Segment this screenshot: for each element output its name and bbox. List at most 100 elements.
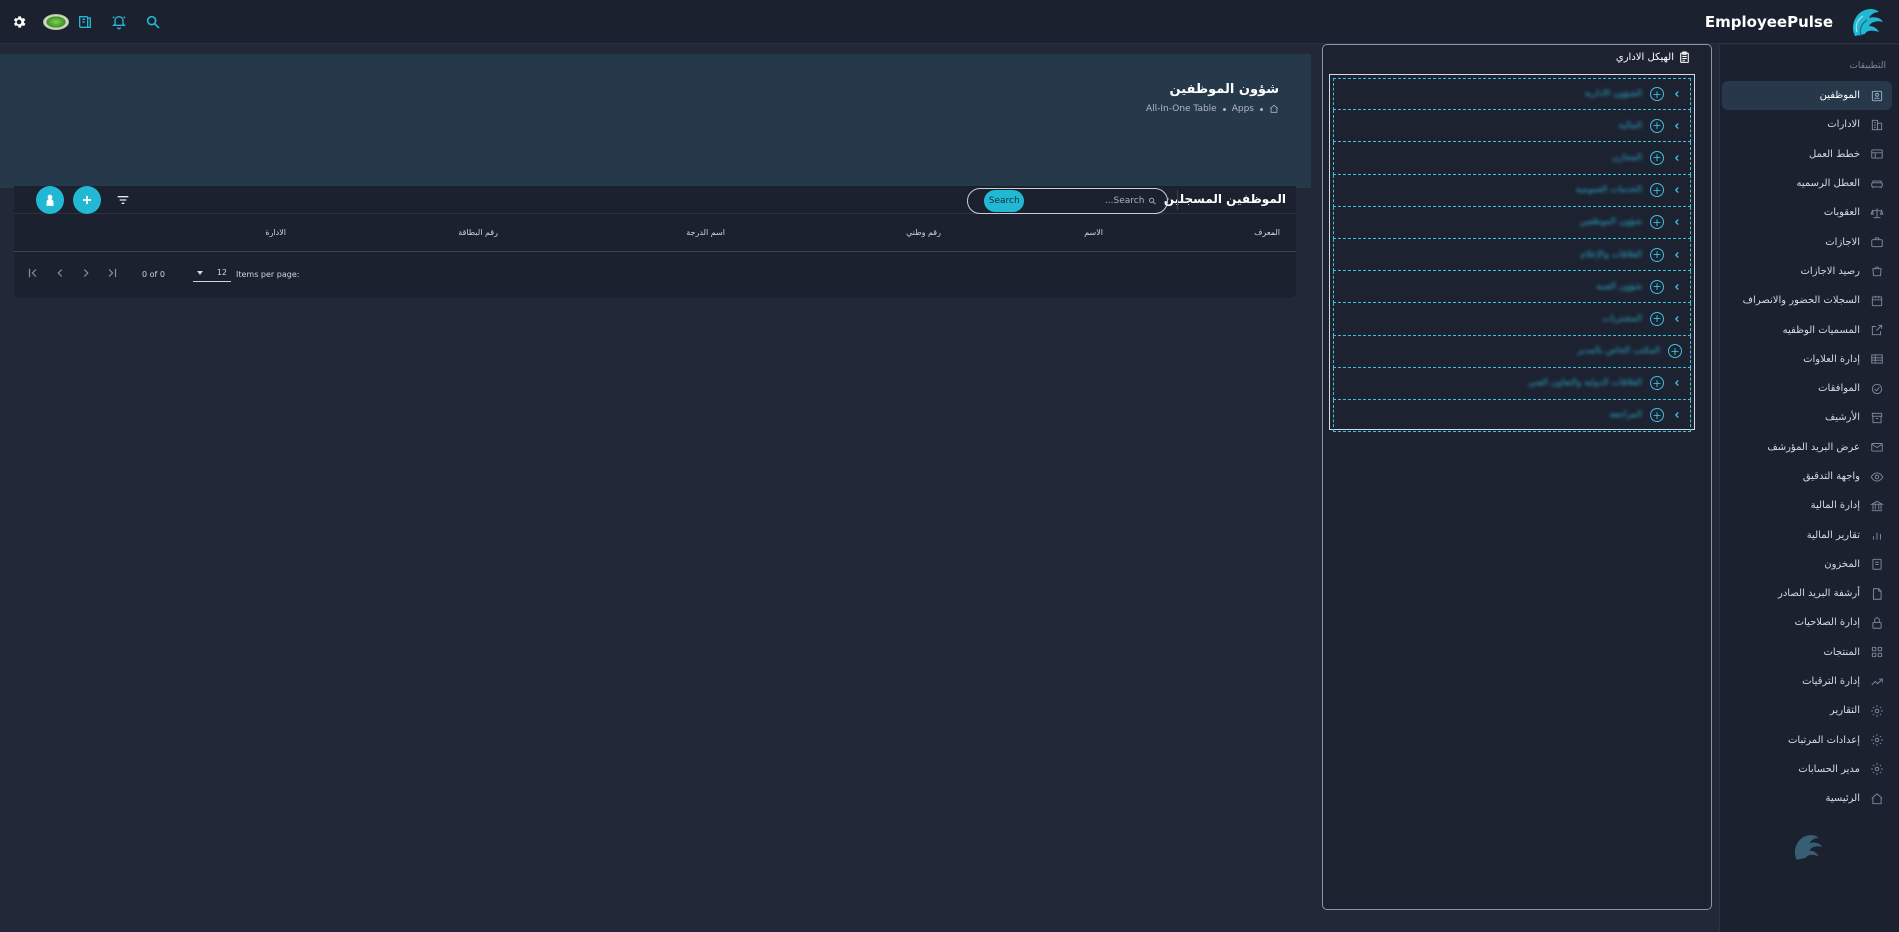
sidebar-item-5[interactable]: العقوبات bbox=[1722, 198, 1892, 227]
sidebar-item-label: الادارات bbox=[1827, 119, 1860, 131]
sidebar-item-8[interactable]: السجلات الحضور والانصراف bbox=[1722, 286, 1892, 315]
sidebar-item-18[interactable]: أرشفة البريد الصادر bbox=[1722, 579, 1892, 608]
search-button[interactable]: Search bbox=[984, 190, 1025, 212]
sidebar-item-19[interactable]: إدارة الصلاحيات bbox=[1722, 608, 1892, 637]
trend-icon bbox=[1871, 678, 1883, 685]
column-header-grade-name[interactable]: اسم الدرجة bbox=[686, 228, 725, 237]
breadcrumb-apps[interactable]: Apps bbox=[1232, 104, 1254, 114]
sidebar-item-14[interactable]: واجهة التدقيق bbox=[1722, 462, 1892, 491]
chevron-icon[interactable] bbox=[1672, 89, 1682, 99]
org-node-label: المكتب الخاص بالمدير bbox=[1577, 346, 1660, 357]
org-node-label: العلاقات الدولية والتعاون الفني bbox=[1527, 378, 1642, 389]
chevron-icon[interactable] bbox=[1672, 410, 1682, 420]
page-size-select[interactable]: 12 bbox=[193, 264, 231, 282]
gear-icon[interactable] bbox=[8, 11, 30, 33]
sidebar-item-17[interactable]: المخزون bbox=[1722, 550, 1892, 579]
chevron-icon[interactable] bbox=[1672, 217, 1682, 227]
sidebar-item-20[interactable]: المنتجات bbox=[1722, 638, 1892, 667]
breadcrumb-all-in-one-table[interactable]: All-In-One Table bbox=[1146, 104, 1217, 114]
sidebar-item-label: السجلات الحضور والانصراف bbox=[1742, 295, 1860, 307]
sidebar-item-25[interactable]: الرئيسية bbox=[1722, 784, 1892, 813]
add-node-icon[interactable]: + bbox=[1650, 183, 1664, 198]
add-node-icon[interactable]: + bbox=[1650, 247, 1664, 262]
org-tree-node[interactable]: + المشتريات bbox=[1333, 303, 1691, 336]
mail-icon bbox=[1871, 443, 1883, 452]
brand[interactable]: EmployeePulse bbox=[1705, 2, 1885, 42]
chevron-icon[interactable] bbox=[1672, 121, 1682, 131]
sidebar-item-12[interactable]: الأرشيف bbox=[1722, 403, 1892, 432]
org-tree-node[interactable]: + الشؤون الادارية bbox=[1333, 78, 1691, 111]
chevron-icon[interactable] bbox=[1672, 282, 1682, 292]
org-tree-node[interactable]: + شؤون الموظفين bbox=[1333, 206, 1691, 239]
language-flag-icon[interactable] bbox=[42, 11, 70, 33]
gear-outline-icon bbox=[1871, 763, 1883, 776]
add-node-icon[interactable]: + bbox=[1650, 87, 1664, 102]
home-icon[interactable] bbox=[1269, 104, 1279, 114]
user-profile-button[interactable] bbox=[36, 186, 64, 214]
add-node-icon[interactable]: + bbox=[1650, 118, 1664, 133]
sidebar-item-21[interactable]: إدارة الترقيات bbox=[1722, 667, 1892, 696]
chevron-icon[interactable] bbox=[1672, 314, 1682, 324]
add-node-icon[interactable]: + bbox=[1650, 311, 1664, 326]
sidebar-item-24[interactable]: مدير الحسابات bbox=[1722, 755, 1892, 784]
sidebar-item-13[interactable]: عرض البريد المؤرشف bbox=[1722, 433, 1892, 462]
org-node-label: الشؤون الادارية bbox=[1584, 89, 1642, 100]
add-node-icon[interactable]: + bbox=[1650, 376, 1664, 391]
column-header-department[interactable]: الادارة bbox=[265, 228, 286, 237]
org-tree-node[interactable]: + العلاقات الدولية والتعاون الفني bbox=[1333, 367, 1691, 400]
add-node-icon[interactable]: + bbox=[1650, 150, 1664, 165]
sidebar-item-22[interactable]: التقارير bbox=[1722, 696, 1892, 725]
add-node-icon[interactable]: + bbox=[1650, 215, 1664, 230]
next-page-icon[interactable] bbox=[79, 266, 93, 280]
org-tree-node[interactable]: + المكتب الخاص بالمدير bbox=[1333, 335, 1691, 368]
employees-table-card: الموظفين المسجلين Search المعرف الاسم رق… bbox=[14, 186, 1296, 298]
org-tree-node[interactable]: + شؤون الفنية bbox=[1333, 271, 1691, 304]
column-header-name[interactable]: الاسم bbox=[1084, 228, 1103, 237]
sidebar-item-label: رصيد الاجازات bbox=[1800, 265, 1861, 277]
org-node-label: المراجعة bbox=[1609, 410, 1642, 421]
sidebar-item-label: المسميات الوظفيه bbox=[1782, 324, 1860, 336]
sidebar-item-7[interactable]: رصيد الاجازات bbox=[1722, 257, 1892, 286]
column-header-national-id[interactable]: رقم وطني bbox=[906, 228, 941, 237]
previous-page-icon[interactable] bbox=[53, 266, 67, 280]
sidebar-item-11[interactable]: الموافقات bbox=[1722, 374, 1892, 403]
add-node-icon[interactable]: + bbox=[1650, 408, 1664, 423]
sidebar-item-6[interactable]: الاجازات bbox=[1722, 227, 1892, 256]
sidebar-item-10[interactable]: إدارة العلاوات bbox=[1722, 345, 1892, 374]
clipboard-icon bbox=[1872, 559, 1882, 571]
chevron-icon[interactable] bbox=[1672, 378, 1682, 388]
sidebar-item-3[interactable]: خطط العمل bbox=[1722, 140, 1892, 169]
org-node-label: الخدمات العمومية bbox=[1575, 185, 1642, 196]
org-tree-node[interactable]: + المراجعة bbox=[1333, 399, 1691, 433]
add-node-icon[interactable]: + bbox=[1668, 344, 1682, 359]
sidebar-item-4[interactable]: العطل الرسميه bbox=[1722, 169, 1892, 198]
sidebar-item-1[interactable]: الموظفين bbox=[1722, 81, 1892, 111]
first-page-icon[interactable] bbox=[26, 266, 40, 280]
chevron-icon[interactable] bbox=[1672, 250, 1682, 260]
brand-name: EmployeePulse bbox=[1704, 13, 1833, 31]
org-tree-node[interactable]: + الخدمات العمومية bbox=[1333, 174, 1691, 207]
column-header-card-number[interactable]: رقم البطاقة bbox=[458, 228, 498, 237]
sidebar-item-2[interactable]: الادارات bbox=[1722, 110, 1892, 139]
chevron-icon[interactable] bbox=[1672, 153, 1682, 163]
add-node-icon[interactable]: + bbox=[1650, 279, 1664, 294]
sidebar-item-15[interactable]: إدارة المالية bbox=[1722, 491, 1892, 520]
last-page-icon[interactable] bbox=[105, 266, 119, 280]
chevron-icon[interactable] bbox=[1672, 185, 1682, 195]
sidebar-item-16[interactable]: تقارير المالية bbox=[1722, 520, 1892, 549]
gear-outline-icon bbox=[1871, 734, 1883, 747]
table-toolbar: الموظفين المسجلين Search bbox=[14, 186, 1296, 214]
search-input[interactable] bbox=[1024, 196, 1149, 206]
search-icon[interactable] bbox=[142, 11, 164, 33]
sidebar-item-23[interactable]: إعدادات المرتبات bbox=[1722, 726, 1892, 755]
paginator: 0 of 0 12 Items per page: bbox=[14, 252, 1296, 296]
org-tree-node[interactable]: + العلاقات والإعلام bbox=[1333, 238, 1691, 272]
column-header-id[interactable]: المعرف bbox=[1254, 228, 1280, 237]
org-tree-node[interactable]: + المالية bbox=[1333, 110, 1691, 143]
book-icon[interactable] bbox=[74, 11, 96, 33]
sidebar-item-9[interactable]: المسميات الوظفيه bbox=[1722, 315, 1892, 344]
filter-icon[interactable] bbox=[115, 192, 131, 208]
add-employee-button[interactable] bbox=[73, 186, 101, 214]
org-tree-node[interactable]: + المخازن bbox=[1333, 142, 1691, 175]
bell-icon[interactable] bbox=[108, 11, 130, 33]
